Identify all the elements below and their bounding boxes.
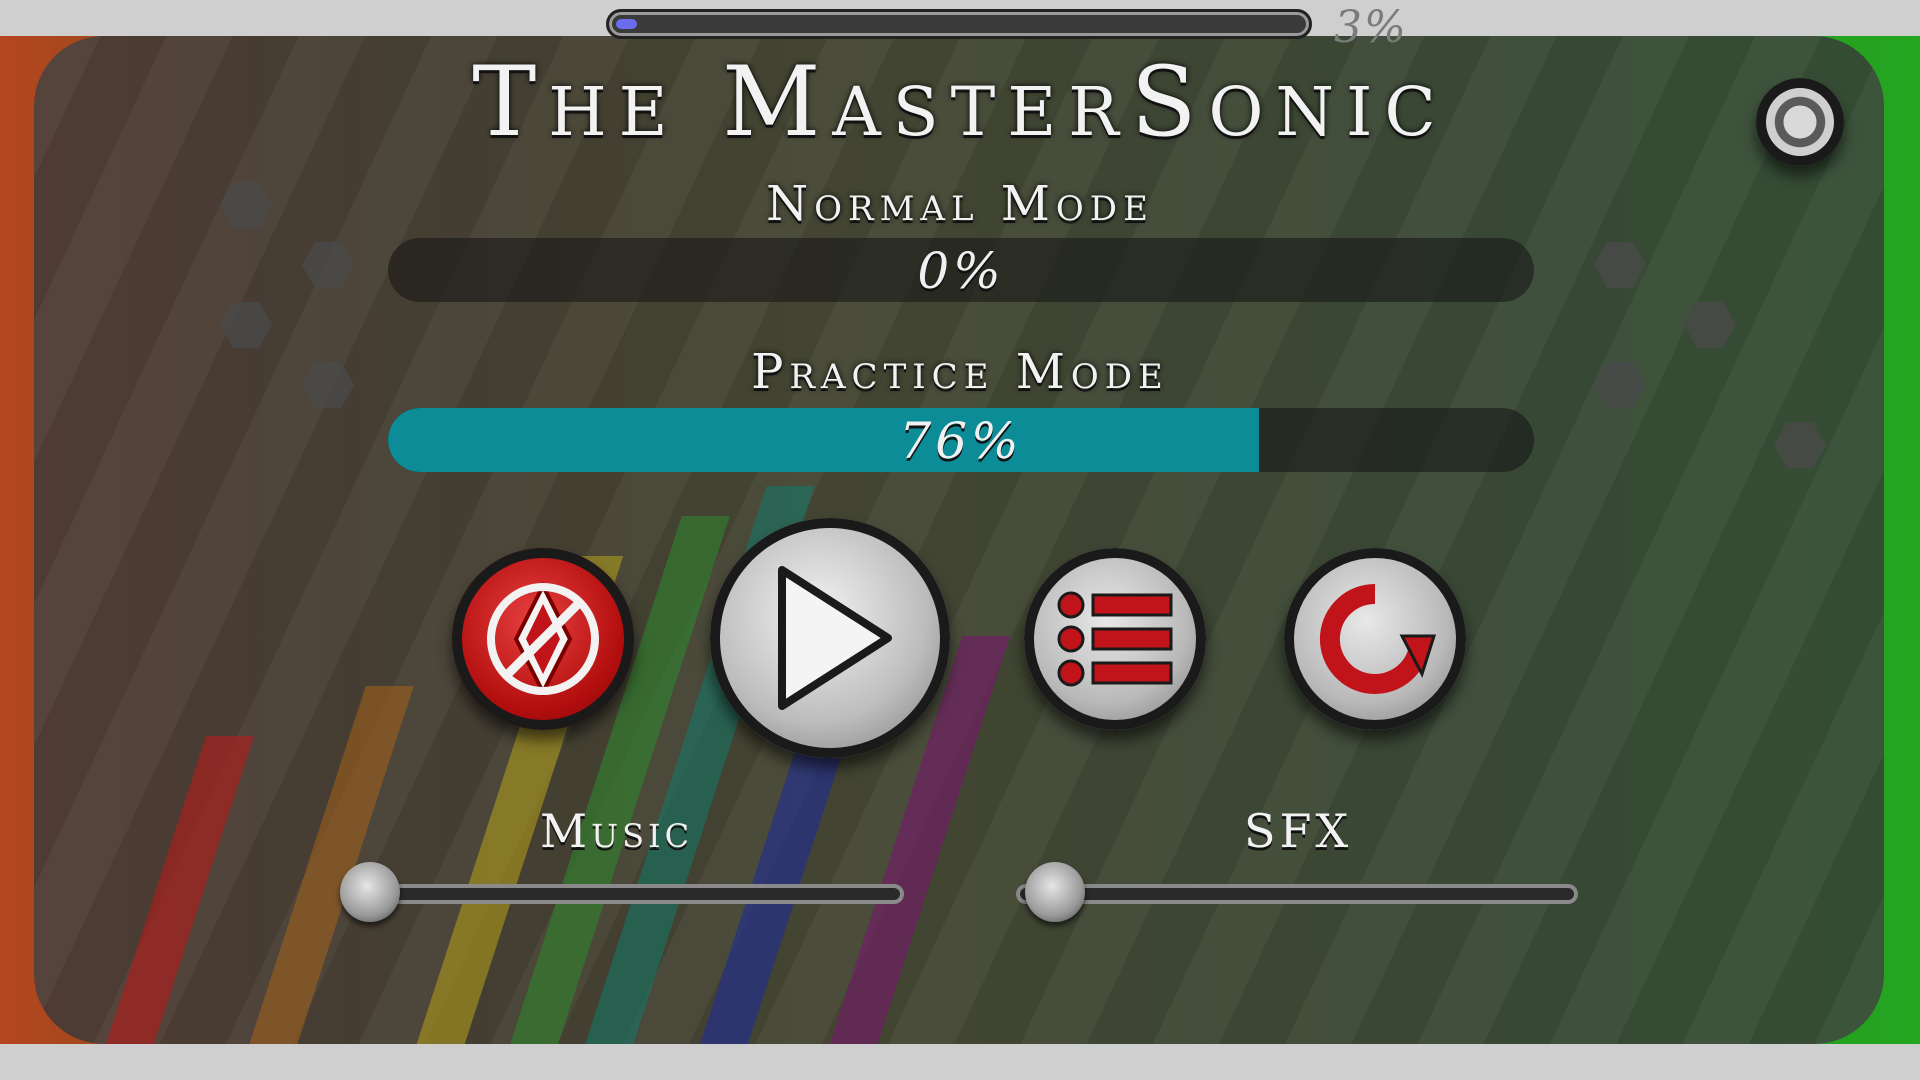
level-title: The MasterSonic (472, 46, 1448, 158)
practice-mode-percent: 76% (899, 412, 1023, 470)
music-slider[interactable] (340, 862, 904, 922)
decor-hexagon (220, 302, 272, 348)
practice-diamond-icon (487, 581, 599, 697)
decor-hexagon (1594, 242, 1646, 288)
decor-hexagon (1774, 422, 1826, 468)
normal-mode-bar: 0% (388, 238, 1534, 302)
restart-icon (1319, 584, 1437, 694)
level-progress-fill (616, 19, 637, 29)
music-label: Music (540, 804, 694, 858)
sfx-label: SFX (1244, 804, 1353, 858)
practice-mode-label: Practice Mode (751, 344, 1169, 400)
normal-mode-percent: 0% (917, 242, 1005, 300)
decor-stripe (102, 736, 254, 1044)
normal-mode-label: Normal Mode (766, 176, 1154, 232)
play-button[interactable] (710, 518, 950, 758)
decor-stripe (242, 686, 414, 1044)
decor-hexagon (302, 242, 354, 288)
menu-list-icon (1057, 591, 1173, 687)
level-progress-bar (606, 9, 1312, 39)
music-slider-knob[interactable] (340, 862, 401, 922)
sfx-slider-knob[interactable] (1025, 862, 1086, 922)
play-icon (778, 566, 892, 710)
settings-button[interactable] (1756, 78, 1844, 166)
practice-mode-button[interactable] (452, 548, 634, 730)
practice-mode-bar: 76% (388, 408, 1534, 472)
restart-button[interactable] (1284, 548, 1466, 730)
bottom-border (0, 1044, 1920, 1080)
menu-button[interactable] (1024, 548, 1206, 730)
decor-hexagon (1684, 302, 1736, 348)
sfx-slider[interactable] (1016, 862, 1578, 922)
